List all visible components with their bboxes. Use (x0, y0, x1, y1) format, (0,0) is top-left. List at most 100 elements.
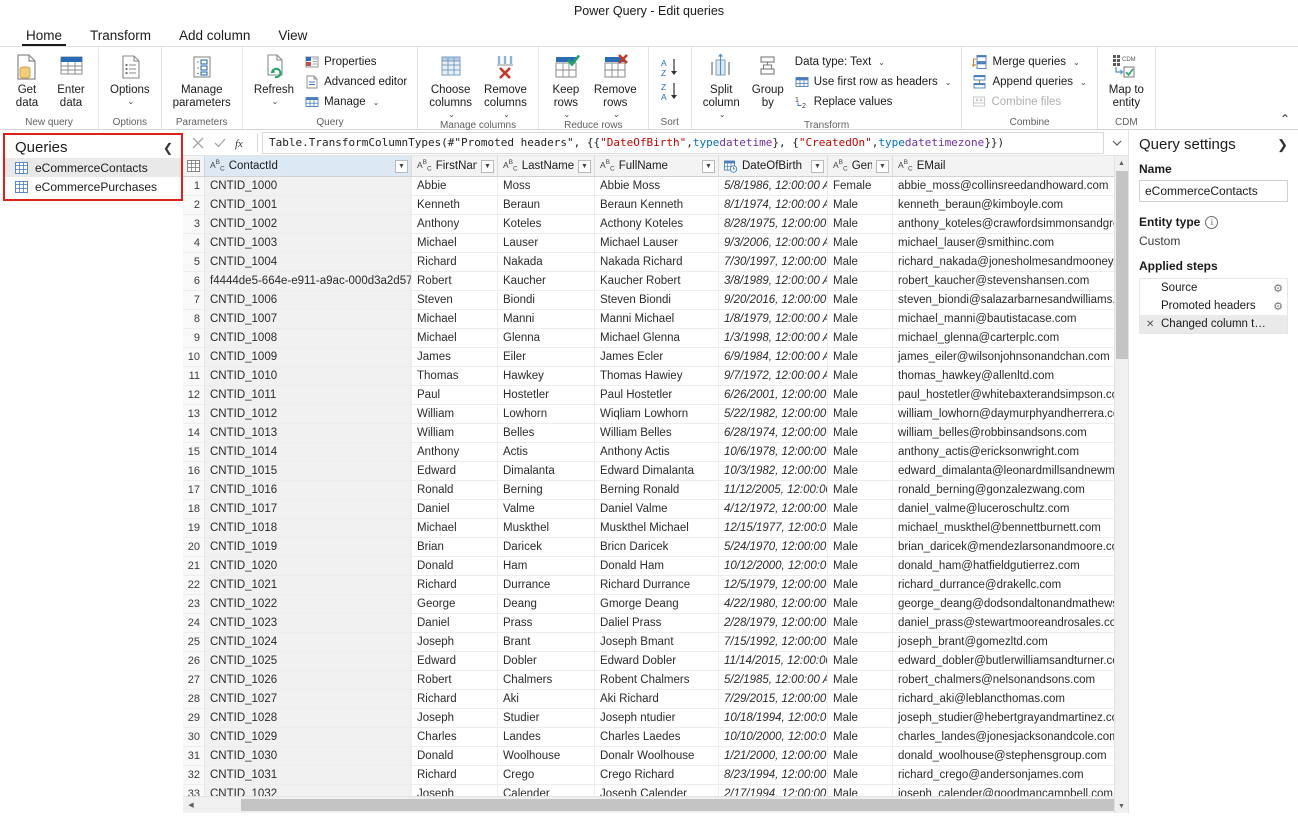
cell-contactid[interactable]: CNTID_1015 (205, 462, 412, 480)
cell-gender[interactable]: Male (828, 557, 893, 575)
cell-firstname[interactable]: Michael (412, 310, 498, 328)
cell-firstname[interactable]: Robert (412, 671, 498, 689)
column-header-firstname[interactable]: ABC FirstName ▼ (412, 156, 498, 176)
cell-dateofbirth[interactable]: 12/5/1979, 12:00:00 AM (719, 576, 828, 594)
cell-lastname[interactable]: Durrance (498, 576, 595, 594)
table-row[interactable]: 16 CNTID_1015 Edward Dimalanta Edward Dimala… (183, 462, 1114, 481)
query-name-input[interactable] (1139, 180, 1288, 202)
cell-lastname[interactable]: Valme (498, 500, 595, 518)
cell-lastname[interactable]: Manni (498, 310, 595, 328)
replace-values-button[interactable]: 1 2 Replace values (790, 92, 957, 112)
table-row[interactable]: 2 CNTID_1001 Kenneth Beraun Beraun Kenneth 8/… (183, 196, 1114, 215)
cell-gender[interactable]: Male (828, 709, 893, 727)
cell-dateofbirth[interactable]: 8/1/1974, 12:00:00 AM (719, 196, 828, 214)
cell-lastname[interactable]: Koteles (498, 215, 595, 233)
group-by-button[interactable]: Group by (746, 50, 790, 110)
cell-gender[interactable]: Male (828, 614, 893, 632)
cell-contactid[interactable]: CNTID_1003 (205, 234, 412, 252)
cell-contactid[interactable]: CNTID_1007 (205, 310, 412, 328)
cell-dateofbirth[interactable]: 5/8/1986, 12:00:00 AM (719, 177, 828, 195)
cell-fullname[interactable]: Abbie Moss (595, 177, 719, 195)
cell-firstname[interactable]: Thomas (412, 367, 498, 385)
cell-dateofbirth[interactable]: 2/17/1994, 12:00:00 AM (719, 785, 828, 796)
fx-icon[interactable]: fx (231, 132, 253, 154)
cell-fullname[interactable]: Daliel Prass (595, 614, 719, 632)
cell-email[interactable]: george_deang@dodsondaltonandmathews.com (893, 595, 1114, 613)
cell-firstname[interactable]: Edward (412, 462, 498, 480)
cell-email[interactable]: daniel_valme@luceroschultz.com (893, 500, 1114, 518)
cell-fullname[interactable]: Robent Chalmers (595, 671, 719, 689)
chevron-down-icon[interactable]: ⌄ (613, 110, 620, 119)
cell-email[interactable]: richard_aki@leblancthomas.com (893, 690, 1114, 708)
cell-dateofbirth[interactable]: 10/12/2000, 12:00:00 … (719, 557, 828, 575)
cell-lastname[interactable]: Actis (498, 443, 595, 461)
cell-dateofbirth[interactable]: 11/12/2005, 12:00:00 … (719, 481, 828, 499)
filter-dropdown-icon[interactable]: ▼ (702, 159, 715, 173)
split-column-button[interactable]: Split column ⌄ (697, 50, 746, 119)
cell-email[interactable]: robert_kaucher@stevenshansen.com (893, 272, 1114, 290)
table-row[interactable]: 3 CNTID_1002 Anthony Koteles Acthony Koteles… (183, 215, 1114, 234)
cell-firstname[interactable]: Brian (412, 538, 498, 556)
get-data-button[interactable]: Get data (5, 50, 49, 110)
cell-gender[interactable]: Male (828, 310, 893, 328)
cell-dateofbirth[interactable]: 4/22/1980, 12:00:00 AM (719, 595, 828, 613)
cell-fullname[interactable]: Acthony Koteles (595, 215, 719, 233)
column-header-dateofbirth[interactable]: DateOfBirth ▼ (719, 156, 828, 176)
cell-contactid[interactable]: CNTID_1031 (205, 766, 412, 784)
cell-dateofbirth[interactable]: 5/22/1982, 12:00:00 AM (719, 405, 828, 423)
table-row[interactable]: 29 CNTID_1028 Joseph Studier Joseph ntudier 1… (183, 709, 1114, 728)
table-row[interactable]: 13 CNTID_1012 William Lowhorn Wiqliam Lowhor… (183, 405, 1114, 424)
tab-home[interactable]: Home (12, 28, 76, 46)
cell-gender[interactable]: Male (828, 747, 893, 765)
cell-fullname[interactable]: Wiqliam Lowhorn (595, 405, 719, 423)
cell-contactid[interactable]: CNTID_1001 (205, 196, 412, 214)
filter-dropdown-icon[interactable]: ▼ (395, 159, 408, 173)
cell-lastname[interactable]: Lowhorn (498, 405, 595, 423)
cell-contactid[interactable]: CNTID_1002 (205, 215, 412, 233)
cell-email[interactable]: brian_daricek@mendezlarsonandmoore.com (893, 538, 1114, 556)
cell-dateofbirth[interactable]: 7/30/1997, 12:00:00 AM (719, 253, 828, 271)
cell-gender[interactable]: Male (828, 462, 893, 480)
cell-lastname[interactable]: Chalmers (498, 671, 595, 689)
cell-dateofbirth[interactable]: 9/3/2006, 12:00:00 AM (719, 234, 828, 252)
cell-lastname[interactable]: Eiler (498, 348, 595, 366)
tab-add-column[interactable]: Add column (165, 28, 264, 46)
cell-dateofbirth[interactable]: 6/9/1984, 12:00:00 AM (719, 348, 828, 366)
formula-expand-button[interactable] (1106, 137, 1128, 149)
horizontal-scroll-track[interactable] (199, 799, 1114, 811)
cell-dateofbirth[interactable]: 11/14/2015, 12:00:00 … (719, 652, 828, 670)
cell-contactid[interactable]: CNTID_1013 (205, 424, 412, 442)
gear-icon[interactable]: ⚙ (1273, 300, 1283, 313)
cell-contactid[interactable]: CNTID_1028 (205, 709, 412, 727)
cell-firstname[interactable]: Daniel (412, 500, 498, 518)
cell-fullname[interactable]: Edward Dobler (595, 652, 719, 670)
cell-firstname[interactable]: Kenneth (412, 196, 498, 214)
cell-email[interactable]: michael_manni@bautistacase.com (893, 310, 1114, 328)
horizontal-scroll-thumb[interactable] (241, 799, 1114, 811)
refresh-button[interactable]: Refresh ⌄ (248, 50, 300, 106)
cell-email[interactable]: edward_dimalanta@leonardmillsandnewman.c… (893, 462, 1114, 480)
cell-email[interactable]: donald_ham@hatfieldgutierrez.com (893, 557, 1114, 575)
combine-files-button[interactable]: Combine files (967, 92, 1091, 112)
cell-fullname[interactable]: Joseph ntudier (595, 709, 719, 727)
table-row[interactable]: 22 CNTID_1021 Richard Durrance Richard Durra… (183, 576, 1114, 595)
remove-rows-button[interactable]: Remove rows ⌄ (588, 50, 643, 119)
cell-email[interactable]: daniel_prass@stewartmooreandrosales.com (893, 614, 1114, 632)
cell-fullname[interactable]: Thomas Hawiey (595, 367, 719, 385)
cell-gender[interactable]: Male (828, 329, 893, 347)
column-header-email[interactable]: ABC EMail (893, 156, 1114, 176)
cell-gender[interactable]: Male (828, 196, 893, 214)
cell-email[interactable]: joseph_studier@hebertgrayandmartinez.com (893, 709, 1114, 727)
table-row[interactable]: 4 CNTID_1003 Michael Lauser Michael Lauser 9/… (183, 234, 1114, 253)
query-item-ecommercepurchases[interactable]: eCommercePurchases (5, 177, 181, 196)
cell-lastname[interactable]: Crego (498, 766, 595, 784)
cell-gender[interactable]: Male (828, 234, 893, 252)
applied-step[interactable]: Source ⚙ (1140, 279, 1287, 297)
table-row[interactable]: 21 CNTID_1020 Donald Ham Donald Ham 10/12/200… (183, 557, 1114, 576)
merge-queries-button[interactable]: Merge queries ⌄ (967, 52, 1091, 72)
filter-dropdown-icon[interactable]: ▼ (578, 159, 591, 173)
table-row[interactable]: 14 CNTID_1013 William Belles William Belles 6… (183, 424, 1114, 443)
query-item-ecommercecontacts[interactable]: eCommerceContacts (5, 158, 181, 177)
cell-lastname[interactable]: Studier (498, 709, 595, 727)
cell-email[interactable]: paul_hostetler@whitebaxterandsimpson.com (893, 386, 1114, 404)
